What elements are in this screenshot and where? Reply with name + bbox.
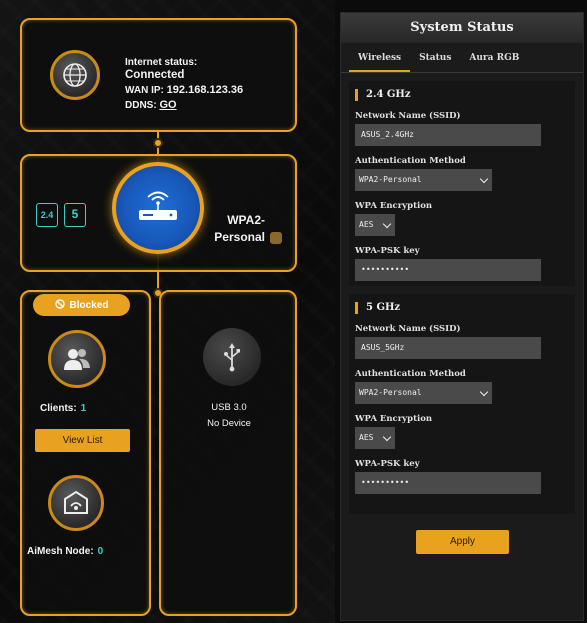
auth-method-label: Authentication Method (355, 369, 466, 379)
chevron-down-icon (479, 174, 489, 184)
ddns-label: DDNS: (125, 100, 157, 111)
wan-ip-label: WAN IP: (125, 85, 164, 96)
ssid-label: Network Name (SSID) (355, 324, 461, 334)
security-mode-line2: Personal (214, 230, 265, 244)
wpa-psk-5ghz-input[interactable]: •••••••••• (355, 472, 541, 494)
usb-icon[interactable] (203, 328, 261, 386)
wpa-encryption-value: AES (359, 220, 374, 229)
aimesh-count-line: AiMesh Node: 0 (27, 546, 103, 557)
clients-count-line: Clients: 1 (40, 403, 86, 414)
blocked-button[interactable]: Blocked (33, 294, 130, 316)
band-5ghz-label: 5 (71, 207, 79, 221)
usb-device-status: No Device (207, 418, 251, 429)
wpa-encryption-label: WPA Encryption (355, 414, 433, 424)
chevron-down-icon (382, 219, 392, 229)
ddns-go-link[interactable]: GO (159, 99, 176, 111)
security-mode: WPA2- Personal (213, 212, 265, 246)
tab-aura-rgb[interactable]: Aura RGB (460, 43, 528, 72)
aimesh-count: 0 (97, 546, 104, 557)
internet-status-label: Internet status: (125, 57, 198, 68)
band-24ghz-label: 2.4 (40, 210, 54, 220)
status-tabs: Wireless Status Aura RGB (341, 43, 583, 73)
ssid-5ghz-input[interactable]: ASUS_5GHz (355, 337, 541, 359)
system-status-panel: System Status Wireless Status Aura RGB 2… (340, 12, 584, 621)
chevron-down-icon (382, 432, 392, 442)
wpa-encryption-5ghz-select[interactable]: AES (355, 427, 395, 449)
aimesh-label: AiMesh Node: (27, 546, 94, 557)
auth-method-value: WPA2-Personal (359, 175, 422, 184)
clients-count: 1 (80, 403, 87, 414)
security-mode-line1: WPA2- (227, 213, 265, 227)
usb-status: USB 3.0 No Device (170, 400, 288, 432)
auth-method-value: WPA2-Personal (359, 388, 422, 397)
ssid-24ghz-input[interactable]: ASUS_2.4GHz (355, 124, 541, 146)
wan-ip-value: 192.168.123.36 (166, 84, 244, 96)
internet-status-info: Internet status: Connected WAN IP: 192.1… (125, 56, 243, 112)
clients-label: Clients: (40, 403, 77, 414)
view-list-button[interactable]: View List (35, 429, 130, 452)
users-icon[interactable] (48, 330, 106, 388)
wpa-encryption-value: AES (359, 433, 374, 442)
band-24ghz-section: 2.4 GHz Network Name (SSID) ASUS_2.4GHz … (349, 81, 575, 286)
panel-title: System Status (341, 13, 583, 43)
wpa-psk-label: WPA-PSK key (355, 459, 420, 469)
lock-icon (270, 232, 282, 244)
band-5ghz-title: 5 GHz (355, 302, 569, 314)
ssid-label: Network Name (SSID) (355, 111, 461, 121)
aimesh-icon[interactable] (48, 475, 104, 531)
blocked-label: Blocked (69, 299, 109, 311)
wpa-encryption-24ghz-select[interactable]: AES (355, 214, 395, 236)
auth-method-label: Authentication Method (355, 156, 466, 166)
router-icon[interactable] (112, 162, 204, 254)
apply-button[interactable]: Apply (416, 530, 509, 554)
wpa-psk-label: WPA-PSK key (355, 246, 420, 256)
auth-method-5ghz-select[interactable]: WPA2-Personal (355, 382, 492, 404)
tab-wireless[interactable]: Wireless (349, 43, 411, 72)
globe-icon[interactable] (50, 50, 100, 100)
wpa-encryption-label: WPA Encryption (355, 201, 433, 211)
network-map: Internet status: Connected WAN IP: 192.1… (0, 0, 335, 623)
usb-name: USB 3.0 (211, 402, 247, 413)
internet-status-value: Connected (125, 69, 185, 81)
band-5ghz-badge[interactable]: 5 (64, 203, 86, 227)
auth-method-24ghz-select[interactable]: WPA2-Personal (355, 169, 492, 191)
band-5ghz-section: 5 GHz Network Name (SSID) ASUS_5GHz Auth… (349, 294, 575, 514)
band-24ghz-title: 2.4 GHz (355, 89, 569, 101)
band-24ghz-badge[interactable]: 2.4 (36, 203, 58, 227)
blocked-icon (54, 298, 65, 312)
connector-node (153, 138, 163, 148)
ddns-line: DDNS: GO (125, 99, 243, 112)
wan-ip-line: WAN IP: 192.168.123.36 (125, 84, 243, 97)
chevron-down-icon (479, 387, 489, 397)
tab-status[interactable]: Status (410, 43, 460, 72)
wpa-psk-24ghz-input[interactable]: •••••••••• (355, 259, 541, 281)
